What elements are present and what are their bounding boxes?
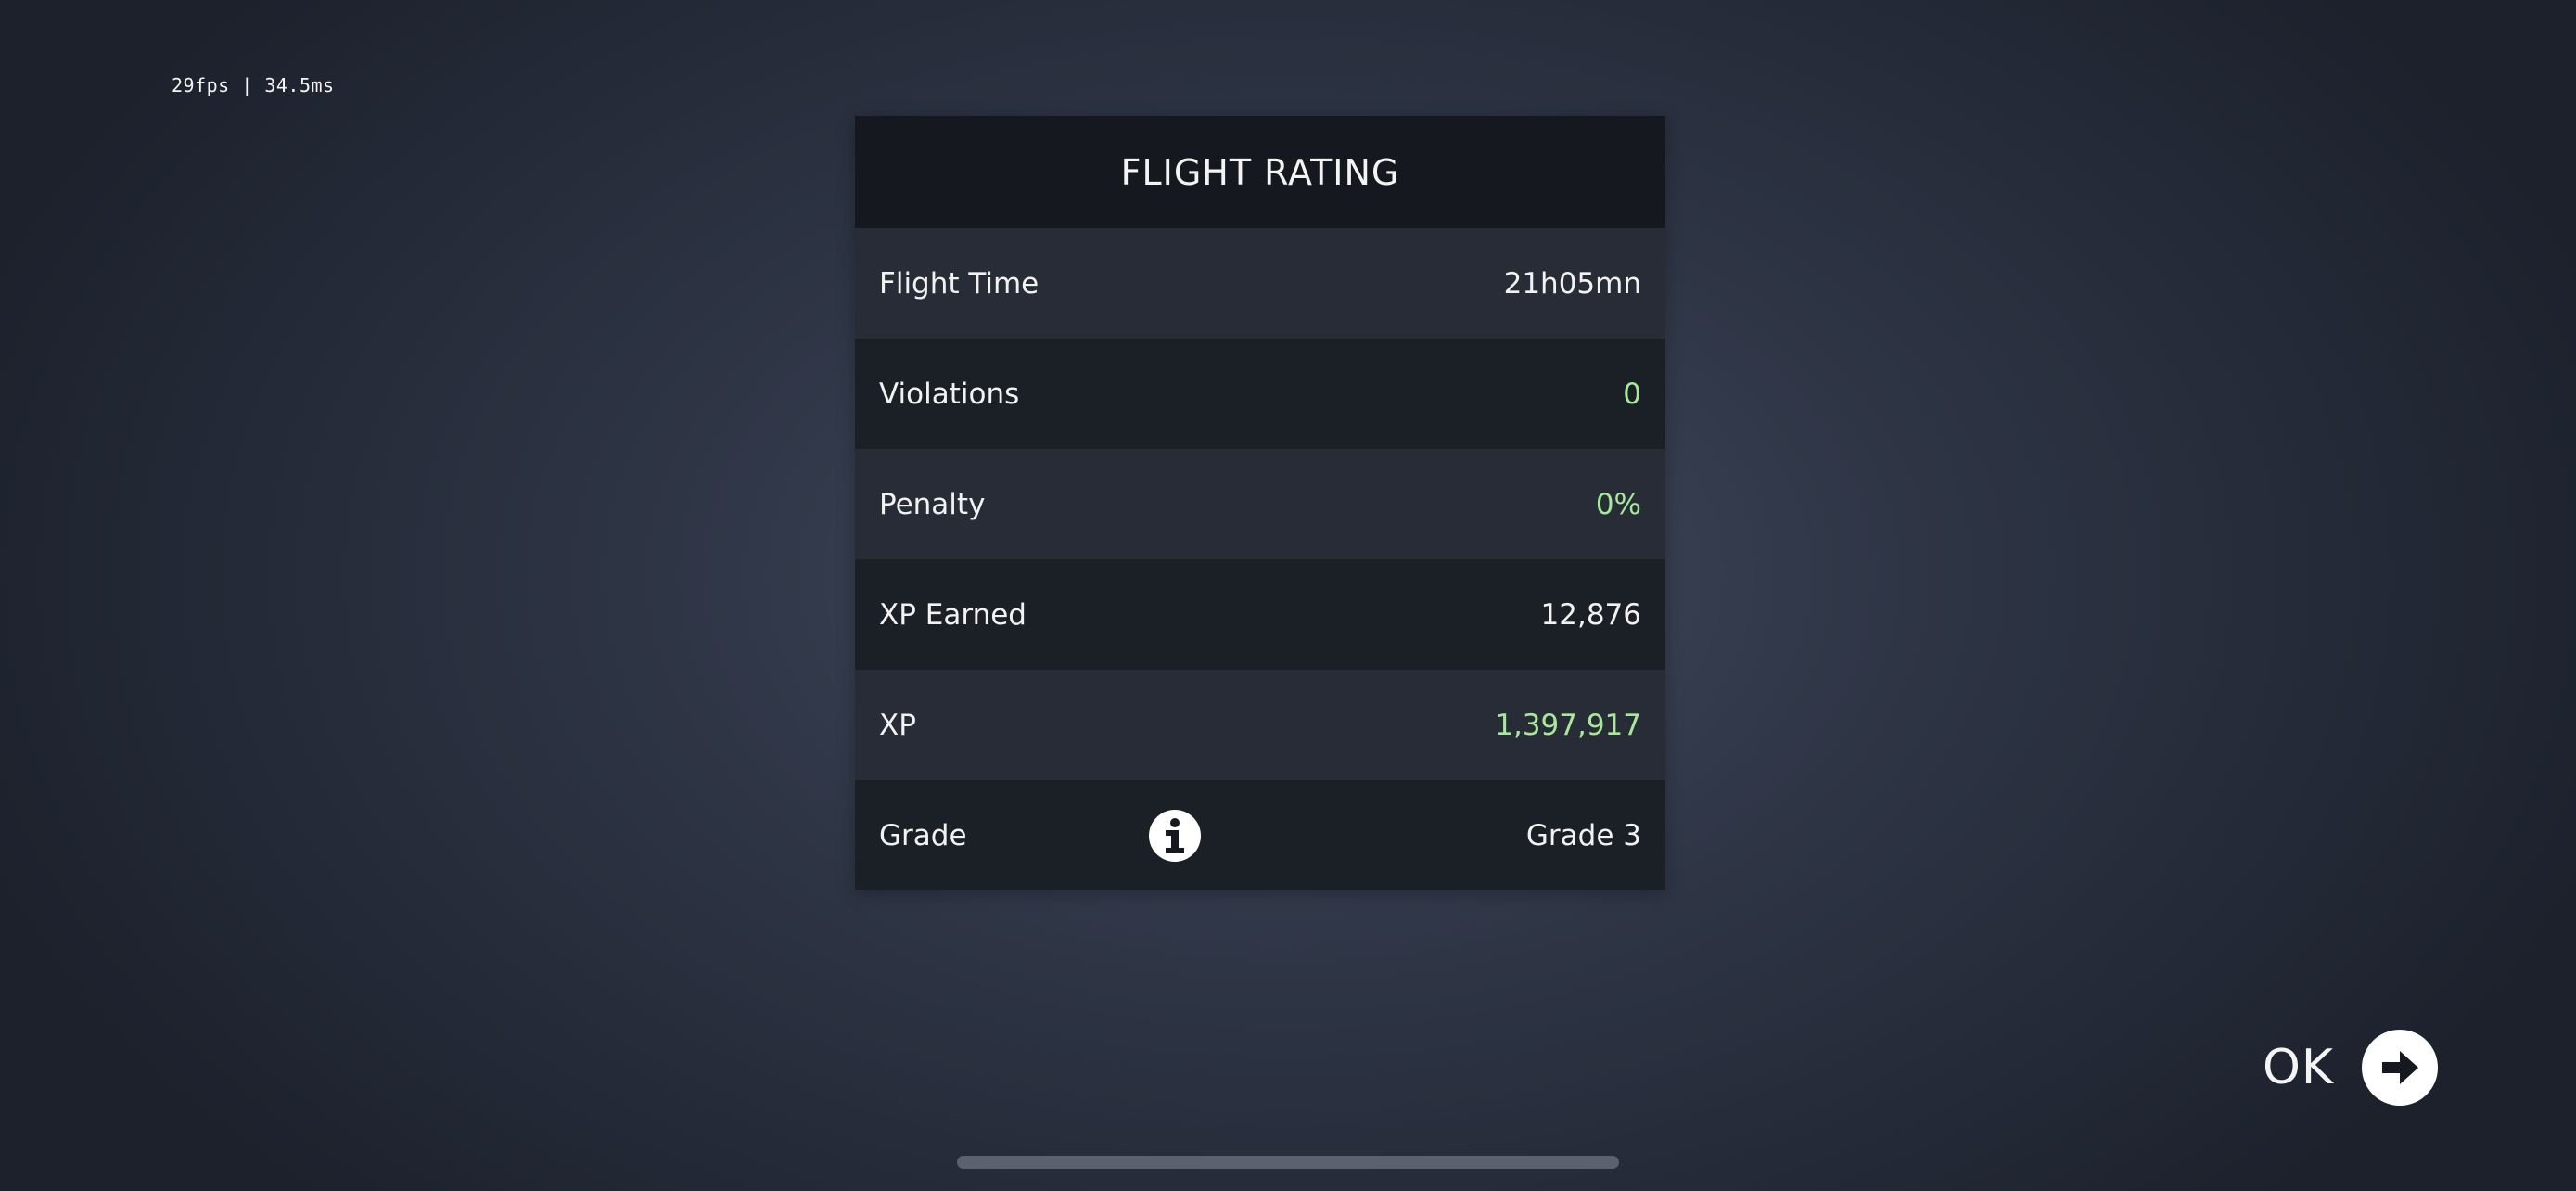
row-flight-time: Flight Time 21h05mn xyxy=(855,228,1665,339)
grade-label: Grade xyxy=(879,818,967,852)
home-indicator[interactable] xyxy=(957,1156,1619,1169)
info-icon[interactable] xyxy=(1149,810,1201,862)
row-xp-earned: XP Earned 12,876 xyxy=(855,559,1665,670)
flight-time-label: Flight Time xyxy=(879,266,1039,301)
ok-button[interactable]: OK xyxy=(2263,1030,2439,1106)
grade-value: Grade 3 xyxy=(1525,818,1641,852)
row-xp: XP 1,397,917 xyxy=(855,670,1665,780)
penalty-label: Penalty xyxy=(879,487,986,521)
penalty-value: 0% xyxy=(1595,487,1641,521)
row-violations: Violations 0 xyxy=(855,339,1665,449)
arrow-right-circle-icon xyxy=(2362,1030,2439,1106)
xp-earned-value: 12,876 xyxy=(1540,597,1641,632)
flight-time-value: 21h05mn xyxy=(1503,266,1641,301)
xp-label: XP xyxy=(879,708,916,742)
violations-label: Violations xyxy=(879,377,1020,411)
violations-value: 0 xyxy=(1623,377,1641,411)
performance-counter: 29fps | 34.5ms xyxy=(172,74,335,96)
panel-title: FLIGHT RATING xyxy=(855,116,1665,228)
xp-value: 1,397,917 xyxy=(1495,708,1641,742)
xp-earned-label: XP Earned xyxy=(879,597,1027,632)
ok-label: OK xyxy=(2263,1040,2335,1095)
row-grade: Grade Grade 3 xyxy=(855,780,1665,890)
flight-rating-panel: FLIGHT RATING Flight Time 21h05mn Violat… xyxy=(855,116,1665,890)
row-penalty: Penalty 0% xyxy=(855,449,1665,559)
